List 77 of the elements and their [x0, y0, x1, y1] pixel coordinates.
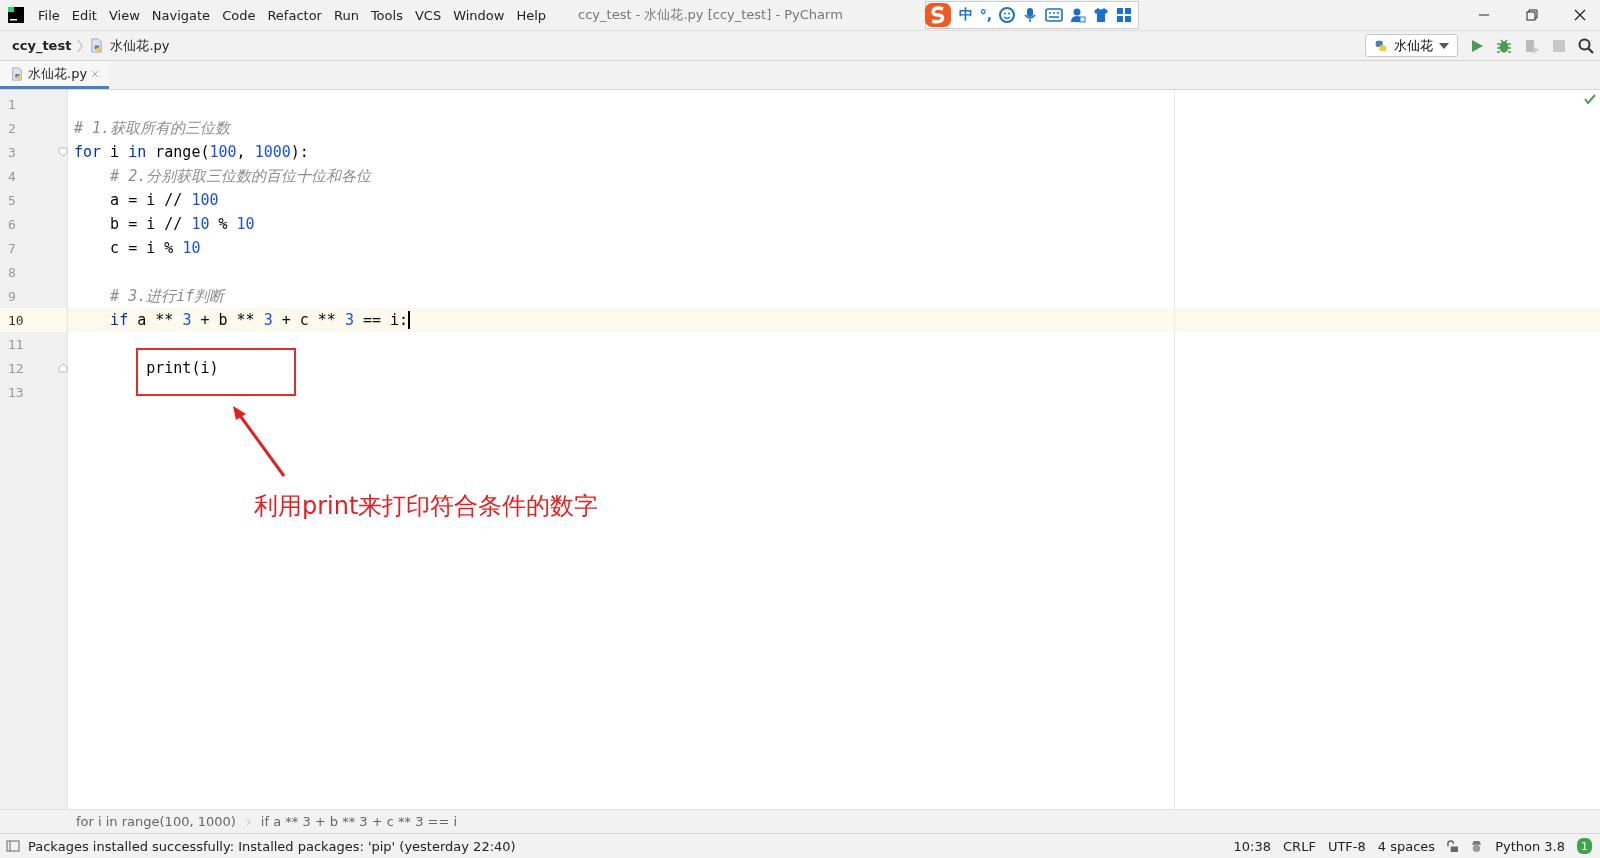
- caret-icon: [1439, 42, 1449, 49]
- checkmark-icon: [1584, 94, 1596, 104]
- restore-icon[interactable]: [1526, 9, 1538, 21]
- shirt-icon[interactable]: [1093, 7, 1110, 23]
- code-line: # 3.进行if判断: [109, 286, 225, 306]
- menu-item[interactable]: Help: [516, 7, 547, 23]
- code-breadcrumb[interactable]: for i in range(100, 1000): [76, 814, 236, 829]
- code-line: b = i // 10 % 10: [109, 215, 255, 233]
- menu-item[interactable]: Navigate: [151, 7, 211, 23]
- breadcrumb-file[interactable]: 水仙花.py: [110, 36, 170, 55]
- code-line: if a ** 3 + b ** 3 + c ** 3 == i:: [109, 311, 411, 329]
- ime-logo-icon[interactable]: [923, 2, 952, 28]
- bug-icon[interactable]: [1496, 37, 1512, 54]
- status-item[interactable]: 10:38: [1233, 838, 1272, 854]
- line-number: 13: [8, 384, 24, 400]
- line-number: 6: [8, 216, 16, 232]
- ime-toggle[interactable]: 中: [958, 6, 973, 24]
- line-number: 3: [8, 144, 16, 160]
- line-number: 4: [8, 168, 16, 184]
- code-line: # 1.获取所有的三位数: [74, 118, 231, 138]
- user-icon[interactable]: [1070, 7, 1087, 23]
- code-breadcrumb[interactable]: if a ** 3 + b ** 3 + c ** 3 == i: [260, 814, 458, 829]
- menu-item[interactable]: Code: [222, 7, 256, 23]
- tab-label: 水仙花.py: [28, 64, 88, 83]
- menu-item[interactable]: VCS: [414, 7, 442, 23]
- status-item[interactable]: 4 spaces: [1377, 838, 1436, 854]
- keyboard-icon[interactable]: [1045, 8, 1064, 22]
- menu-item[interactable]: Refactor: [267, 7, 322, 23]
- smiley-icon[interactable]: [999, 7, 1016, 23]
- line-number: 12: [8, 360, 24, 376]
- window-title: ccy_test - 水仙花.py [ccy_test] - PyCharm: [578, 6, 843, 24]
- line-number: 8: [8, 264, 16, 280]
- run-config-dropdown[interactable]: 水仙花: [1365, 34, 1458, 57]
- chevron-icon: [77, 38, 84, 53]
- code-line: for i in range(100, 1000):: [74, 143, 309, 161]
- fold-marker-icon[interactable]: [58, 363, 68, 373]
- line-number: 11: [8, 336, 24, 352]
- annotation-caption: 利用print来打印符合条件的数字: [254, 491, 599, 522]
- fold-marker-icon[interactable]: [58, 147, 68, 157]
- annotation-arrow: [232, 406, 286, 478]
- menu-item[interactable]: File: [38, 7, 60, 23]
- menu-item[interactable]: Run: [333, 7, 359, 23]
- python-interpreter[interactable]: Python 3.8: [1495, 838, 1565, 854]
- line-number: 10: [8, 312, 24, 328]
- editor-tab[interactable]: 水仙花.py: [0, 61, 110, 89]
- menu-item[interactable]: Edit: [71, 7, 97, 23]
- panel-toggle-icon[interactable]: [6, 840, 20, 852]
- code-line: print(i): [145, 359, 219, 377]
- menu-item[interactable]: Tools: [370, 7, 403, 23]
- status-item[interactable]: UTF-8: [1327, 838, 1366, 854]
- code-line: # 2.分别获取三位数的百位十位和各位: [109, 166, 372, 186]
- lock-icon[interactable]: [1447, 839, 1459, 853]
- line-number: 7: [8, 240, 16, 256]
- search-icon[interactable]: [1578, 37, 1594, 54]
- run-icon[interactable]: [1470, 38, 1484, 53]
- breadcrumb-project[interactable]: ccy_test: [12, 38, 72, 53]
- code-line: a = i // 100: [109, 191, 219, 209]
- status-message: Packages installed successfully: Installed packages: 'pip' (yesterday 22:40): [28, 838, 516, 854]
- chevron-icon: [245, 817, 251, 826]
- text-cursor: [408, 311, 411, 329]
- status-item[interactable]: CRLF: [1283, 838, 1316, 854]
- ime-toggle[interactable]: °,: [979, 7, 993, 23]
- menu-item[interactable]: Window: [453, 7, 505, 23]
- line-number: 9: [8, 288, 16, 304]
- menu-item[interactable]: View: [108, 7, 140, 23]
- python-file-icon: [89, 38, 105, 53]
- line-number: 5: [8, 192, 16, 208]
- inspector-icon[interactable]: [1470, 839, 1484, 853]
- close-icon[interactable]: [1574, 9, 1586, 21]
- code-line: c = i % 10: [109, 239, 201, 257]
- grid-icon[interactable]: [1116, 7, 1133, 23]
- python-icon: [1374, 38, 1388, 53]
- microphone-icon[interactable]: [1022, 7, 1039, 23]
- python-file-icon: [10, 66, 24, 81]
- line-number: 1: [8, 96, 16, 112]
- app-logo-icon: [8, 7, 24, 23]
- line-number: 2: [8, 120, 16, 136]
